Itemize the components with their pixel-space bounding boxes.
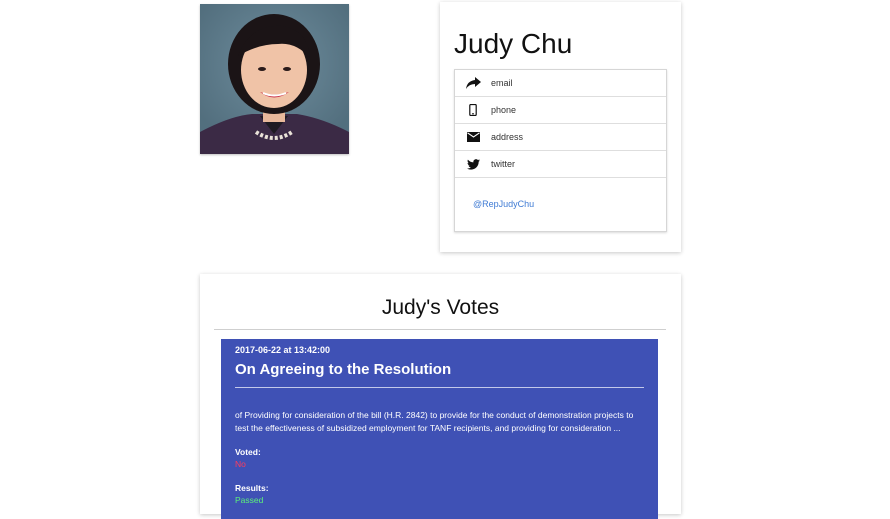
twitter-icon	[455, 158, 491, 170]
results-value: Passed	[235, 495, 264, 505]
results-label: Results:	[235, 483, 269, 493]
vote-description: of Providing for consideration of the bi…	[235, 410, 634, 433]
contact-card: Judy Chu email phone address twitter @Re…	[440, 2, 681, 252]
contact-twitter-row[interactable]: twitter	[455, 151, 666, 178]
vote-question: On Agreeing to the Resolution	[235, 361, 452, 378]
voted-label: Voted:	[235, 447, 261, 457]
vote-date: 2017-06-22 at 13:42:00	[235, 345, 331, 355]
contact-phone-label: phone	[491, 105, 517, 115]
contact-address-label: address	[491, 132, 524, 142]
votes-title: Judy's Votes	[381, 296, 500, 319]
contact-email-row[interactable]: email	[455, 70, 666, 97]
contact-twitter-label: twitter	[491, 159, 516, 169]
profile-photo	[200, 4, 349, 154]
voted-value: No	[235, 459, 246, 469]
politician-name: Judy Chu	[454, 28, 573, 59]
vote-divider	[235, 387, 644, 388]
votes-card: Judy's Votes 2017-06-22 at 13:42:00 On A…	[200, 274, 681, 519]
contact-phone-row[interactable]: phone	[455, 97, 666, 124]
contact-list: email phone address twitter @RepJudyChu	[454, 69, 667, 232]
twitter-handle-link[interactable]: @RepJudyChu	[473, 199, 534, 209]
votes-divider	[214, 329, 666, 330]
share-arrow-icon	[455, 77, 491, 89]
phone-icon	[455, 104, 491, 116]
twitter-handle-area: @RepJudyChu	[455, 178, 666, 230]
vote-card[interactable]: 2017-06-22 at 13:42:00 On Agreeing to th…	[221, 339, 658, 519]
envelope-icon	[455, 132, 491, 142]
contact-address-row[interactable]: address	[455, 124, 666, 151]
contact-email-label: email	[491, 78, 513, 88]
